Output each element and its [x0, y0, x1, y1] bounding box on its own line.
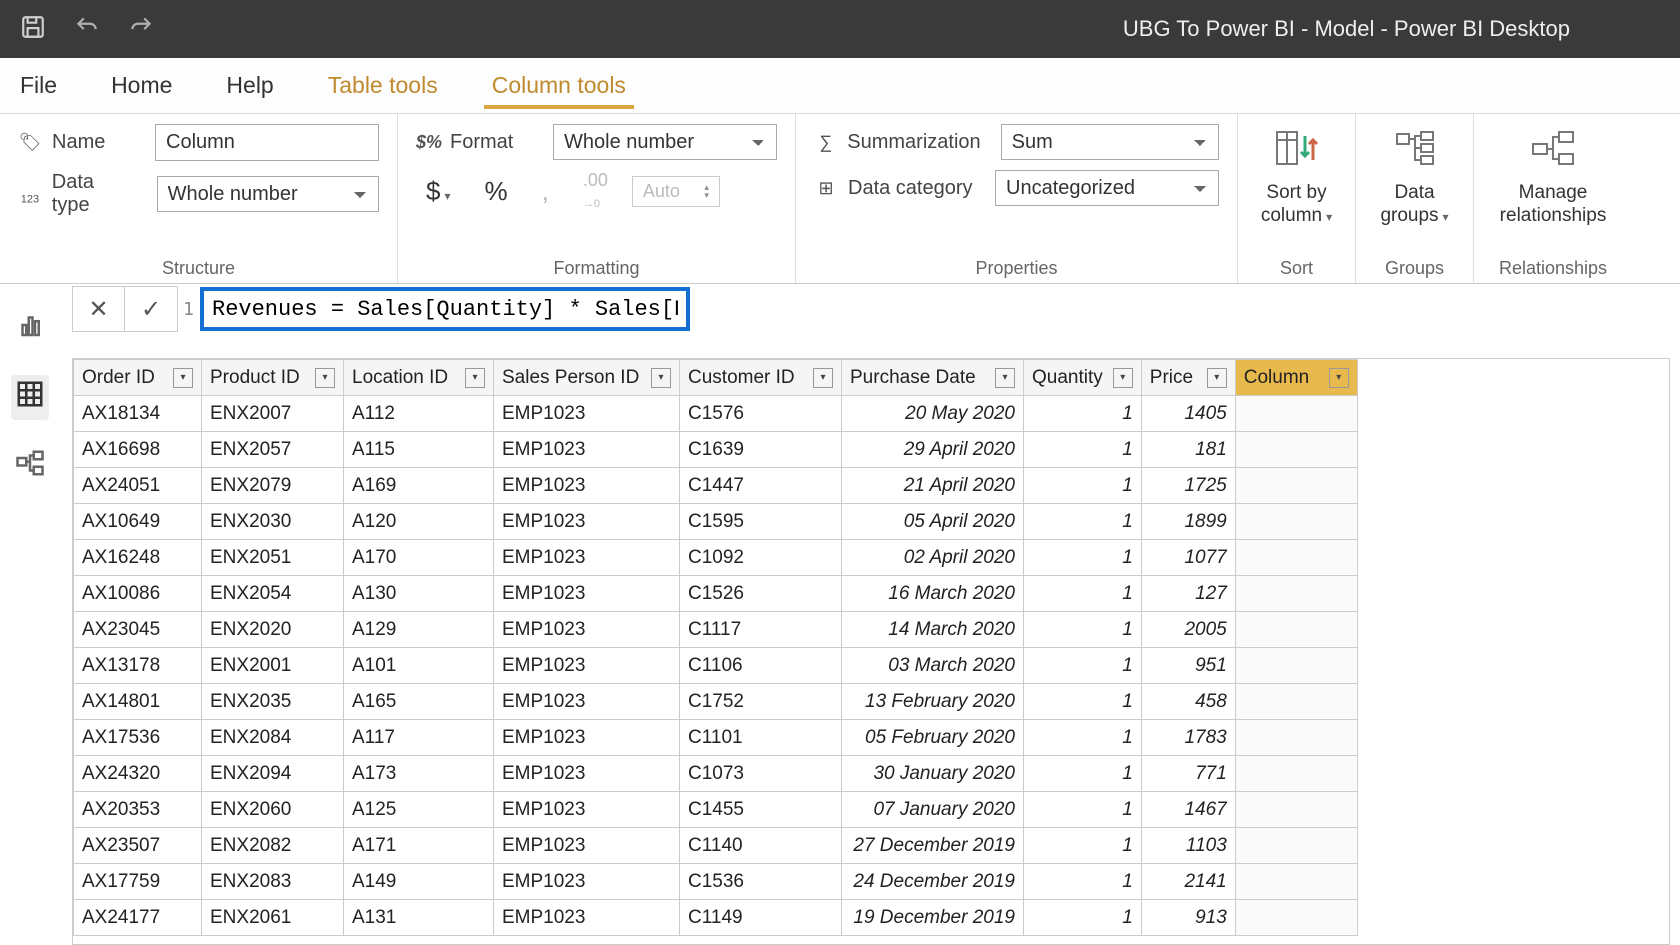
- manage-relationships-button[interactable]: Manage relationships: [1492, 124, 1614, 232]
- sort-by-column-button[interactable]: Sort by column▾: [1256, 124, 1337, 232]
- col-header-price[interactable]: Price: [1150, 367, 1193, 389]
- redo-icon[interactable]: [128, 14, 154, 45]
- table-row[interactable]: AX14801ENX2035A165EMP1023C175213 Februar…: [74, 684, 1358, 720]
- groups-group-label: Groups: [1374, 258, 1455, 279]
- table-header-row: Order ID ▾ Product ID ▾ Location ID ▾ Sales…: [74, 360, 1358, 396]
- relationships-icon: [1529, 128, 1577, 178]
- filter-quantity[interactable]: ▾: [1113, 368, 1133, 388]
- table-row[interactable]: AX16698ENX2057A115EMP1023C163929 April 2…: [74, 432, 1358, 468]
- table-row[interactable]: AX23045ENX2020A129EMP1023C111714 March 2…: [74, 612, 1358, 648]
- model-view-icon[interactable]: [15, 448, 45, 485]
- filter-column[interactable]: ▾: [1329, 368, 1349, 388]
- table-row[interactable]: AX17536ENX2084A117EMP1023C110105 Februar…: [74, 720, 1358, 756]
- table-row[interactable]: AX23507ENX2082A171EMP1023C114027 Decembe…: [74, 828, 1358, 864]
- filter-salesperson[interactable]: ▾: [651, 368, 671, 388]
- table-row[interactable]: AX10649ENX2030A120EMP1023C159505 April 2…: [74, 504, 1358, 540]
- datacategory-icon: ⊞: [814, 178, 838, 199]
- comma-button[interactable]: ,: [532, 176, 559, 207]
- formula-commit-button[interactable]: ✓: [125, 287, 177, 331]
- tab-file[interactable]: File: [12, 62, 65, 109]
- table-row[interactable]: AX16248ENX2051A170EMP1023C109202 April 2…: [74, 540, 1358, 576]
- percent-button[interactable]: %: [475, 176, 518, 207]
- save-icon[interactable]: [20, 14, 46, 45]
- summarization-select[interactable]: Sum: [1001, 124, 1219, 160]
- tab-columntools[interactable]: Column tools: [484, 62, 634, 109]
- table-row[interactable]: AX10086ENX2054A130EMP1023C152616 March 2…: [74, 576, 1358, 612]
- titlebar: UBG To Power BI - Model - Power BI Deskt…: [0, 0, 1680, 58]
- table-row[interactable]: AX24177ENX2061A131EMP1023C114919 Decembe…: [74, 900, 1358, 936]
- data-view-icon[interactable]: [11, 375, 49, 420]
- filter-customerid[interactable]: ▾: [813, 368, 833, 388]
- col-header-customerid[interactable]: Customer ID: [688, 367, 795, 389]
- group-properties: ∑ Summarization Sum ⊞ Data category Unca…: [796, 114, 1238, 283]
- col-header-productid[interactable]: Product ID: [210, 367, 300, 389]
- col-header-purchasedate[interactable]: Purchase Date: [850, 367, 976, 389]
- filter-locationid[interactable]: ▾: [465, 368, 485, 388]
- col-header-quantity[interactable]: Quantity: [1032, 367, 1103, 389]
- format-select[interactable]: Whole number: [553, 124, 777, 160]
- tab-tabletools[interactable]: Table tools: [320, 62, 446, 109]
- auto-decimals[interactable]: Auto▴▾: [632, 176, 720, 207]
- report-view-icon[interactable]: [15, 310, 45, 347]
- table-row[interactable]: AX24320ENX2094A173EMP1023C107330 January…: [74, 756, 1358, 792]
- group-structure: 🏷 Name 123 Data type Whole number Struct…: [0, 114, 398, 283]
- table-row[interactable]: AX18134ENX2007A112EMP1023C157620 May 202…: [74, 396, 1358, 432]
- table-row[interactable]: AX13178ENX2001A101EMP1023C110603 March 2…: [74, 648, 1358, 684]
- sort-group-label: Sort: [1256, 258, 1337, 279]
- summarization-label: Summarization: [847, 131, 980, 154]
- filter-orderid[interactable]: ▾: [173, 368, 193, 388]
- col-header-orderid[interactable]: Order ID: [82, 367, 155, 389]
- currency-button[interactable]: $▾: [416, 176, 461, 207]
- group-groups: Data groups▾ Groups: [1356, 114, 1474, 283]
- formula-line-number: 1: [178, 299, 200, 320]
- relationships-group-label: Relationships: [1492, 258, 1614, 279]
- window-title: UBG To Power BI - Model - Power BI Deskt…: [154, 16, 1660, 42]
- col-header-salesperson[interactable]: Sales Person ID: [502, 367, 639, 389]
- view-rail: [0, 288, 60, 485]
- name-label: Name: [52, 131, 105, 154]
- datacategory-select[interactable]: Uncategorized: [995, 170, 1219, 206]
- datatype-label: Data type: [52, 171, 137, 217]
- group-sort: Sort by column▾ Sort: [1238, 114, 1356, 283]
- summarization-icon: ∑: [814, 132, 837, 153]
- format-label: Format: [450, 131, 513, 154]
- filter-purchasedate[interactable]: ▾: [995, 368, 1015, 388]
- table-row[interactable]: AX20353ENX2060A125EMP1023C145507 January…: [74, 792, 1358, 828]
- table-row[interactable]: AX17759ENX2083A149EMP1023C153624 Decembe…: [74, 864, 1358, 900]
- formula-cancel-button[interactable]: ✕: [73, 287, 125, 331]
- groups-icon: [1393, 128, 1437, 178]
- col-header-column[interactable]: Column: [1244, 367, 1309, 389]
- formula-input[interactable]: [200, 287, 690, 331]
- data-table: Order ID ▾ Product ID ▾ Location ID ▾ Sales…: [72, 358, 1670, 945]
- col-header-locationid[interactable]: Location ID: [352, 367, 448, 389]
- format-icon: $%: [416, 132, 440, 153]
- name-input[interactable]: [155, 124, 379, 161]
- datatype-select[interactable]: Whole number: [157, 176, 379, 212]
- sort-icon: [1275, 128, 1319, 178]
- group-relationships: Manage relationships Relationships: [1474, 114, 1632, 283]
- datatype-icon: 123: [18, 182, 42, 206]
- ribbon-body: 🏷 Name 123 Data type Whole number Struct…: [0, 114, 1680, 284]
- ribbon-tabs: File Home Help Table tools Column tools: [0, 58, 1680, 114]
- datacategory-label: Data category: [848, 177, 973, 200]
- table-row[interactable]: AX24051ENX2079A169EMP1023C144721 April 2…: [74, 468, 1358, 504]
- name-icon: 🏷: [18, 132, 42, 153]
- tab-help[interactable]: Help: [218, 62, 281, 109]
- filter-price[interactable]: ▾: [1207, 368, 1227, 388]
- undo-icon[interactable]: [74, 14, 100, 45]
- formula-bar: ✕ ✓ 1: [0, 284, 1680, 334]
- decimal-button[interactable]: .00→0: [573, 170, 618, 212]
- group-formatting: $% Format Whole number $▾ % , .00→0 Auto…: [398, 114, 796, 283]
- filter-productid[interactable]: ▾: [315, 368, 335, 388]
- properties-group-label: Properties: [814, 258, 1219, 279]
- formatting-group-label: Formatting: [416, 258, 777, 279]
- data-groups-button[interactable]: Data groups▾: [1374, 124, 1455, 232]
- structure-group-label: Structure: [18, 258, 379, 279]
- tab-home[interactable]: Home: [103, 62, 180, 109]
